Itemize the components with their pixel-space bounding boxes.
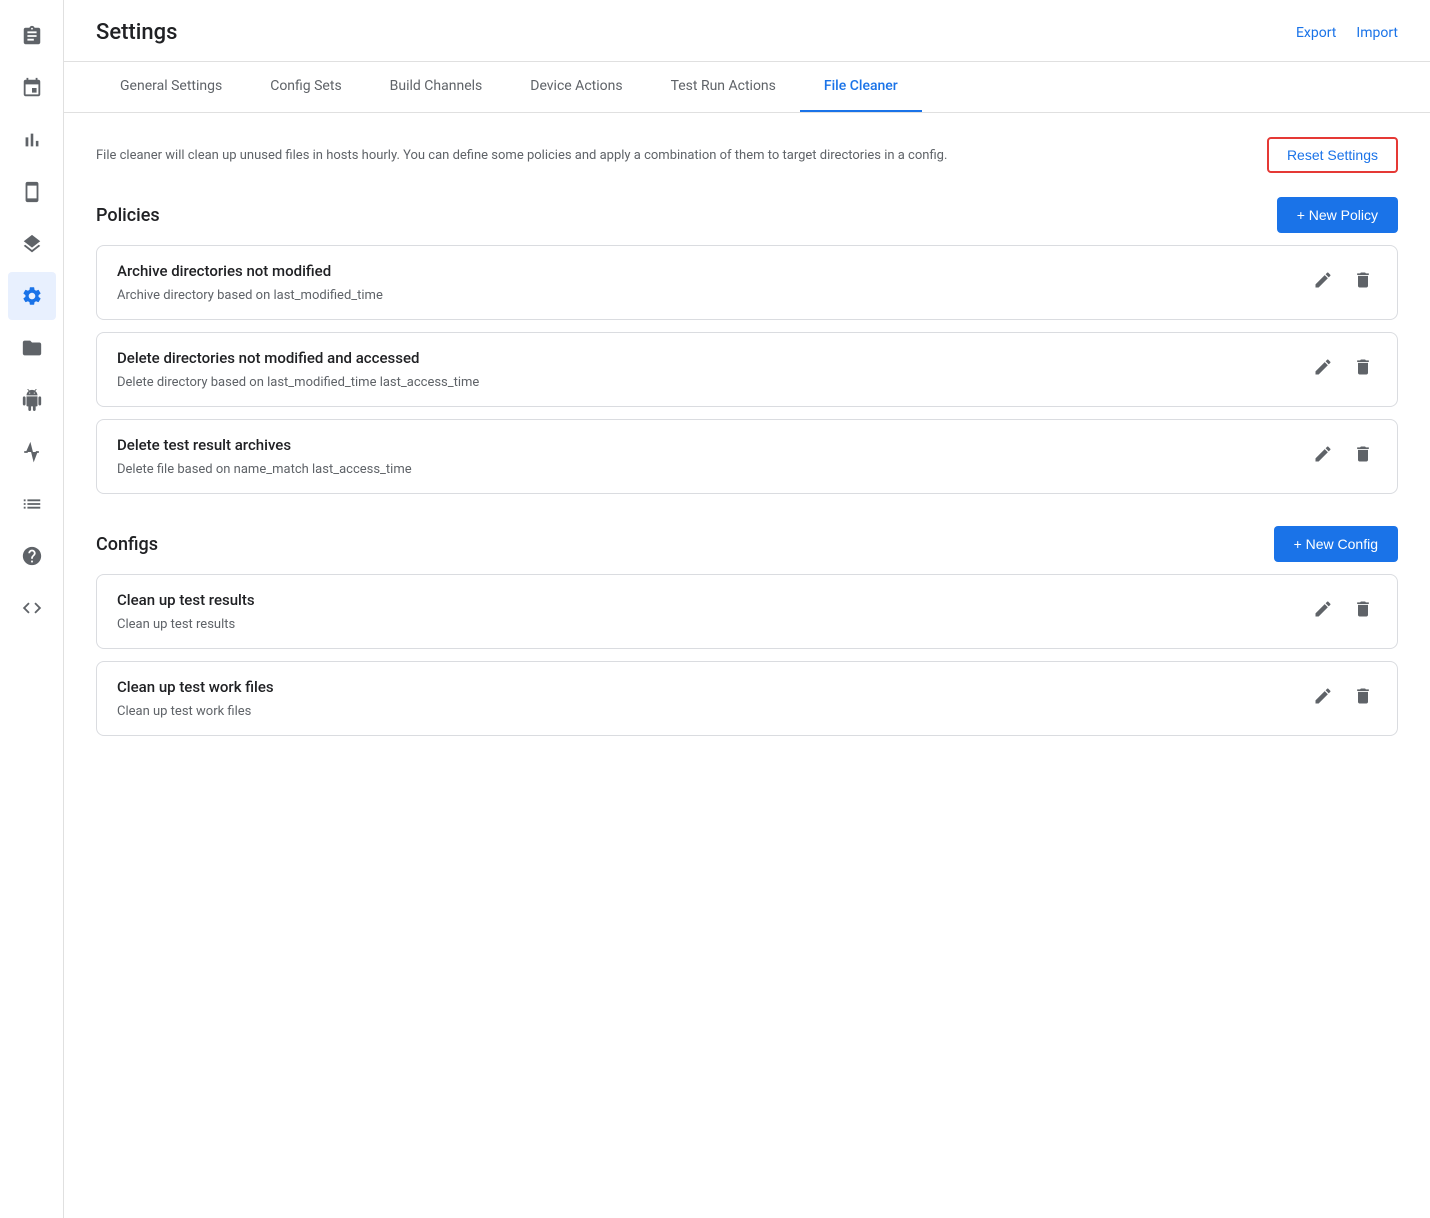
policy-card-1-actions (1309, 353, 1377, 381)
sidebar-item-chart[interactable] (8, 116, 56, 164)
sidebar-item-calendar[interactable] (8, 64, 56, 112)
config-card-0-body: Clean up test results Clean up test resu… (117, 591, 1309, 632)
policies-section-title: Policies (96, 205, 160, 226)
config-card-1-body: Clean up test work files Clean up test w… (117, 678, 1309, 719)
sidebar-item-help[interactable] (8, 532, 56, 580)
edit-icon (1313, 357, 1333, 377)
policy-1-edit-button[interactable] (1309, 353, 1337, 381)
import-link[interactable]: Import (1356, 25, 1398, 41)
sidebar-item-device[interactable] (8, 168, 56, 216)
tab-config-sets[interactable]: Config Sets (246, 62, 365, 112)
config-1-delete-button[interactable] (1349, 682, 1377, 710)
delete-icon (1353, 270, 1373, 290)
tab-file-cleaner[interactable]: File Cleaner (800, 62, 922, 112)
sidebar-item-activity[interactable] (8, 428, 56, 476)
delete-icon (1353, 599, 1373, 619)
config-card-0-title: Clean up test results (117, 591, 1309, 609)
description-text: File cleaner will clean up unused files … (96, 148, 1243, 163)
tab-build-channels[interactable]: Build Channels (366, 62, 507, 112)
main-content: Settings Export Import General Settings … (64, 0, 1430, 1218)
policy-1-delete-button[interactable] (1349, 353, 1377, 381)
delete-icon (1353, 444, 1373, 464)
policy-card-1-subtitle: Delete directory based on last_modified_… (117, 375, 1309, 390)
policy-0-delete-button[interactable] (1349, 266, 1377, 294)
policy-card-0-body: Archive directories not modified Archive… (117, 262, 1309, 303)
policy-card-2-subtitle: Delete file based on name_match last_acc… (117, 462, 1309, 477)
delete-icon (1353, 686, 1373, 706)
policies-section-header: Policies + New Policy (96, 197, 1398, 233)
edit-icon (1313, 270, 1333, 290)
edit-icon (1313, 686, 1333, 706)
sidebar (0, 0, 64, 1218)
config-0-edit-button[interactable] (1309, 595, 1337, 623)
tab-bar: General Settings Config Sets Build Chann… (64, 62, 1430, 113)
config-0-delete-button[interactable] (1349, 595, 1377, 623)
sidebar-item-clipboard[interactable] (8, 12, 56, 60)
sidebar-item-settings[interactable] (8, 272, 56, 320)
new-config-button[interactable]: + New Config (1274, 526, 1398, 562)
sidebar-item-list[interactable] (8, 480, 56, 528)
page-title: Settings (96, 20, 177, 45)
configs-section-title: Configs (96, 534, 158, 555)
config-card-1-title: Clean up test work files (117, 678, 1309, 696)
policy-card-2: Delete test result archives Delete file … (96, 419, 1398, 494)
policy-card-0-title: Archive directories not modified (117, 262, 1309, 280)
policy-card-1-body: Delete directories not modified and acce… (117, 349, 1309, 390)
policy-card-0: Archive directories not modified Archive… (96, 245, 1398, 320)
policy-card-2-body: Delete test result archives Delete file … (117, 436, 1309, 477)
new-policy-button[interactable]: + New Policy (1277, 197, 1398, 233)
tab-test-run-actions[interactable]: Test Run Actions (647, 62, 800, 112)
header: Settings Export Import (64, 0, 1430, 62)
sidebar-item-code[interactable] (8, 584, 56, 632)
content-area: File cleaner will clean up unused files … (64, 113, 1430, 1218)
config-card-1-subtitle: Clean up test work files (117, 704, 1309, 719)
policy-2-edit-button[interactable] (1309, 440, 1337, 468)
policy-2-delete-button[interactable] (1349, 440, 1377, 468)
sidebar-item-layers[interactable] (8, 220, 56, 268)
policy-card-2-title: Delete test result archives (117, 436, 1309, 454)
sidebar-item-folder[interactable] (8, 324, 56, 372)
policy-card-1: Delete directories not modified and acce… (96, 332, 1398, 407)
policy-card-2-actions (1309, 440, 1377, 468)
edit-icon (1313, 444, 1333, 464)
configs-section-header: Configs + New Config (96, 526, 1398, 562)
config-card-1: Clean up test work files Clean up test w… (96, 661, 1398, 736)
tab-device-actions[interactable]: Device Actions (506, 62, 646, 112)
policy-card-1-title: Delete directories not modified and acce… (117, 349, 1309, 367)
description-bar: File cleaner will clean up unused files … (96, 137, 1398, 173)
edit-icon (1313, 599, 1333, 619)
export-link[interactable]: Export (1296, 25, 1336, 41)
header-actions: Export Import (1296, 25, 1398, 41)
tab-general-settings[interactable]: General Settings (96, 62, 246, 112)
config-card-0: Clean up test results Clean up test resu… (96, 574, 1398, 649)
policy-0-edit-button[interactable] (1309, 266, 1337, 294)
config-card-0-actions (1309, 595, 1377, 623)
delete-icon (1353, 357, 1373, 377)
policy-card-0-subtitle: Archive directory based on last_modified… (117, 288, 1309, 303)
policy-card-0-actions (1309, 266, 1377, 294)
config-card-1-actions (1309, 682, 1377, 710)
config-card-0-subtitle: Clean up test results (117, 617, 1309, 632)
reset-settings-button[interactable]: Reset Settings (1267, 137, 1398, 173)
config-1-edit-button[interactable] (1309, 682, 1337, 710)
sidebar-item-android[interactable] (8, 376, 56, 424)
